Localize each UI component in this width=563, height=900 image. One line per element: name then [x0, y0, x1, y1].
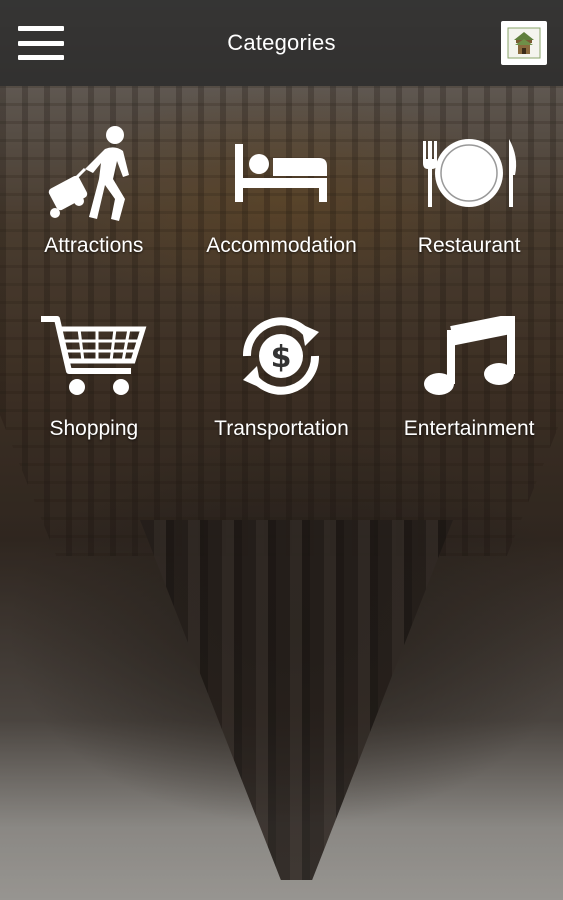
category-label: Entertainment: [403, 417, 535, 440]
page-title: Categories: [227, 30, 336, 55]
category-accommodation[interactable]: Accommodation: [188, 110, 376, 293]
plate-fork-knife-icon: [404, 118, 534, 228]
categories-grid: Attractions Accommodation Restaurant Sho…: [0, 110, 563, 476]
category-label: Attractions: [44, 234, 144, 257]
traveler-suitcase-icon: [29, 118, 159, 228]
category-label: Restaurant: [417, 234, 521, 257]
shopping-cart-icon: [29, 301, 159, 411]
category-entertainment[interactable]: Entertainment: [375, 293, 563, 476]
svg-text:$: $: [271, 340, 292, 375]
category-label: Shopping: [49, 417, 139, 440]
hamburger-menu-icon[interactable]: [18, 26, 64, 60]
category-label: Transportation: [214, 417, 349, 440]
category-attractions[interactable]: Attractions: [0, 110, 188, 293]
top-app-bar: Categories: [0, 0, 563, 86]
category-transportation[interactable]: $ Transportation: [188, 293, 376, 476]
music-note-icon: [404, 301, 534, 411]
category-shopping[interactable]: Shopping: [0, 293, 188, 476]
app-logo-icon[interactable]: [501, 21, 547, 65]
category-restaurant[interactable]: Restaurant: [375, 110, 563, 293]
currency-exchange-icon: $: [216, 301, 346, 411]
category-label: Accommodation: [206, 234, 357, 257]
bed-icon: [216, 118, 346, 228]
